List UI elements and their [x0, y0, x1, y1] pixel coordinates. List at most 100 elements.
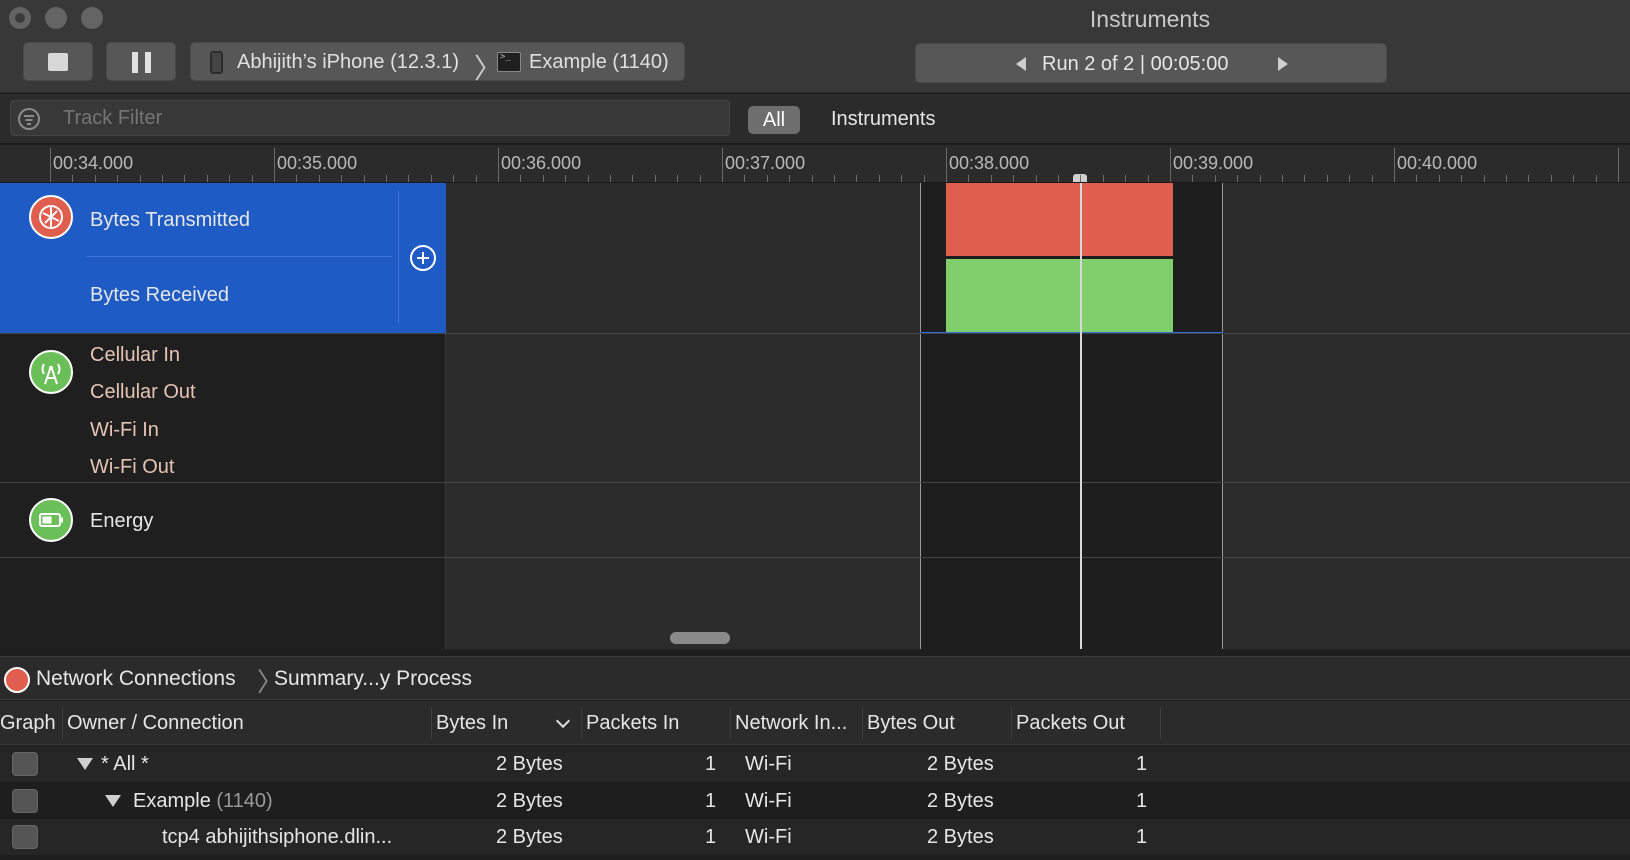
track-network-activity[interactable]: Bytes Transmitted Bytes Received: [0, 183, 446, 333]
graph-checkbox[interactable]: [12, 789, 38, 813]
row-bytes-out: 2 Bytes: [927, 753, 994, 775]
ruler-minor-tick: [1416, 175, 1417, 182]
column-packets-out[interactable]: Packets Out: [1016, 712, 1125, 735]
ruler-minor-tick: [789, 175, 790, 182]
breadcrumb-instrument[interactable]: Network Connections: [36, 667, 236, 691]
ruler-minor-tick: [207, 175, 208, 182]
ruler-major-tick: [50, 148, 51, 182]
column-bytes-in[interactable]: Bytes In: [436, 712, 508, 735]
row-network: Wi-Fi: [745, 826, 792, 848]
column-bytes-out[interactable]: Bytes Out: [867, 712, 955, 735]
ruler-minor-tick: [856, 175, 857, 182]
disclosure-triangle-icon[interactable]: [105, 795, 121, 807]
minimize-window-button[interactable]: [45, 7, 67, 29]
column-packets-in[interactable]: Packets In: [586, 712, 679, 735]
ruler-minor-tick: [924, 175, 925, 182]
ruler-tick-label: 00:34.000: [53, 153, 134, 173]
ruler-minor-tick: [968, 175, 969, 182]
track-energy[interactable]: Energy: [0, 483, 446, 557]
ruler-minor-tick: [95, 175, 96, 182]
ruler-minor-tick: [1125, 175, 1126, 182]
target-process[interactable]: Example (1140): [529, 51, 669, 74]
ruler-minor-tick: [1327, 175, 1328, 182]
ruler-tick-label: 00:37.000: [725, 153, 806, 173]
ruler-minor-tick: [1484, 175, 1485, 182]
timeline-ruler[interactable]: 00:34.000 00:35.000 00:36.000 00:37.000 00:3…: [0, 145, 1630, 183]
ruler-major-tick: [1618, 148, 1619, 182]
ruler-major-tick: [946, 148, 947, 182]
ruler-minor-tick: [1506, 175, 1507, 182]
ruler-minor-tick: [655, 175, 656, 182]
ruler-minor-tick: [1304, 175, 1305, 182]
ruler-minor-tick: [431, 175, 432, 182]
scope-all-button[interactable]: All: [748, 106, 800, 134]
ruler-minor-tick: [565, 175, 566, 182]
ruler-major-tick: [722, 148, 723, 182]
column-owner[interactable]: Owner / Connection: [67, 712, 244, 735]
horizontal-scrollbar[interactable]: [670, 632, 730, 644]
ruler-minor-tick: [901, 175, 902, 182]
ruler-minor-tick: [184, 175, 185, 182]
battery-icon: [29, 498, 73, 542]
ruler-minor-tick: [319, 175, 320, 182]
pause-icon: [132, 52, 138, 73]
ruler-minor-tick: [476, 175, 477, 182]
track-label-wifi-in: Wi-Fi In: [90, 419, 159, 441]
row-owner: Example (1140): [133, 790, 273, 812]
ruler-minor-tick: [1215, 175, 1216, 182]
playhead[interactable]: [1080, 183, 1082, 649]
track-label-wifi-out: Wi-Fi Out: [90, 456, 175, 478]
table-row[interactable]: tcp4 abhijithsiphone.dlin... 2 Bytes 1 W…: [0, 819, 1630, 855]
previous-run-icon[interactable]: [1016, 57, 1026, 71]
ruler-minor-tick: [162, 175, 163, 182]
disclosure-triangle-icon[interactable]: [77, 758, 93, 770]
table-header: Graph Owner / Connection Bytes In Packet…: [0, 701, 1630, 745]
detail-breadcrumb: Network Connections 〉 Summary...y Proces…: [0, 656, 1630, 700]
ruler-minor-tick: [1013, 175, 1014, 182]
graph-checkbox[interactable]: [12, 752, 38, 776]
row-bytes-out: 2 Bytes: [927, 790, 994, 812]
pause-recording-button[interactable]: [106, 42, 176, 81]
ruler-minor-tick: [1551, 175, 1552, 182]
ruler-minor-tick: [1103, 175, 1104, 182]
track-area: Bytes Transmitted Bytes Received Cellula…: [0, 183, 1630, 649]
column-graph[interactable]: Graph: [0, 712, 56, 735]
ruler-minor-tick: [812, 175, 813, 182]
breadcrumb-view[interactable]: Summary...y Process: [274, 667, 472, 691]
row-network: Wi-Fi: [745, 790, 792, 812]
terminal-app-icon: [497, 52, 521, 72]
target-device[interactable]: Abhijith’s iPhone (12.3.1): [237, 51, 459, 74]
ruler-minor-tick: [520, 175, 521, 182]
ruler-major-tick: [274, 148, 275, 182]
stop-recording-button[interactable]: [23, 42, 93, 81]
ruler-minor-tick: [677, 175, 678, 182]
row-packets-in: 1: [705, 826, 717, 848]
row-owner: * All *: [101, 753, 149, 775]
zoom-window-button[interactable]: [81, 7, 103, 29]
next-run-icon[interactable]: [1278, 57, 1288, 71]
ruler-minor-tick: [991, 175, 992, 182]
track-filter-input[interactable]: [10, 100, 730, 136]
column-network-interface[interactable]: Network In...: [735, 712, 847, 735]
bytes-transmitted-bar: [946, 183, 1173, 256]
window-title: Instruments: [1089, 6, 1211, 32]
ruler-minor-tick: [1573, 175, 1574, 182]
iphone-icon: [210, 51, 223, 74]
ruler-minor-tick: [1461, 175, 1462, 182]
track-cellular-wifi[interactable]: Cellular In Cellular Out Wi-Fi In Wi-Fi …: [0, 334, 446, 482]
ruler-tick-label: 00:40.000: [1397, 153, 1478, 173]
ruler-minor-tick: [229, 175, 230, 182]
target-selector[interactable]: Abhijith’s iPhone (12.3.1) 〉 Example (11…: [190, 42, 685, 84]
row-packets-out: 1: [1136, 790, 1148, 812]
ruler-tick-label: 00:39.000: [1173, 153, 1254, 173]
add-track-detail-button[interactable]: [410, 245, 436, 271]
graph-checkbox[interactable]: [12, 825, 38, 849]
table-row[interactable]: Example (1140) 2 Bytes 1 Wi-Fi 2 Bytes 1: [0, 783, 1630, 819]
ruler-minor-tick: [1080, 175, 1081, 182]
table-row[interactable]: * All * 2 Bytes 1 Wi-Fi 2 Bytes 1: [0, 746, 1630, 782]
sort-descending-icon[interactable]: [555, 713, 571, 729]
scope-instruments-button[interactable]: Instruments: [831, 108, 935, 131]
ruler-minor-tick: [1372, 175, 1373, 182]
ruler-major-tick: [1394, 148, 1395, 182]
close-window-button[interactable]: [9, 7, 31, 29]
